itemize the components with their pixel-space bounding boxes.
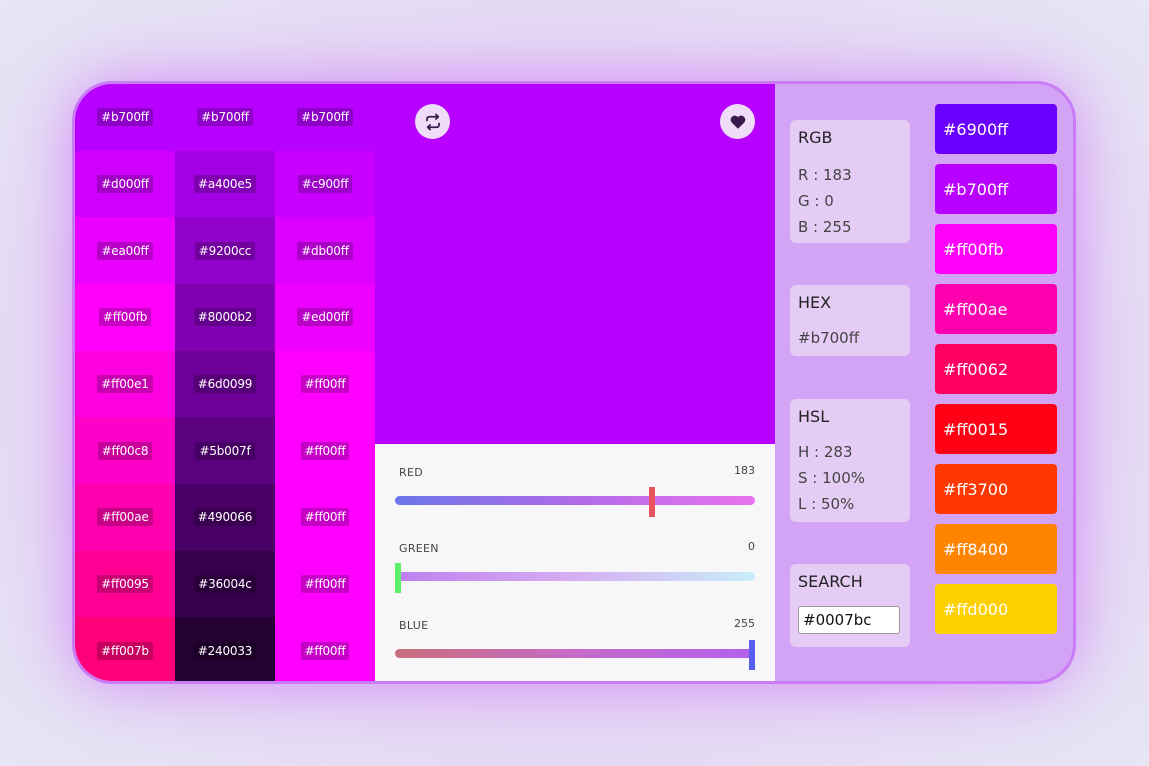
- green-label: GREEN: [399, 542, 439, 555]
- shade-hex-label: #ff00e1: [97, 374, 153, 393]
- blue-value: 255: [734, 617, 755, 630]
- shade-hex-label: #ed00ff: [297, 308, 353, 327]
- hsl-l-value: L : 50%: [798, 495, 855, 513]
- shade-cell[interactable]: #ea00ff: [75, 217, 175, 284]
- rgb-panel: RGB R : 183 G : 0 B : 255: [790, 120, 910, 243]
- shade-cell[interactable]: #db00ff: [275, 217, 375, 284]
- shade-cell[interactable]: #6d0099: [175, 350, 275, 418]
- rgb-g-value: G : 0: [798, 192, 834, 210]
- shade-cell[interactable]: #490066: [175, 483, 275, 551]
- shade-hex-label: #240033: [193, 641, 257, 660]
- search-input[interactable]: [798, 606, 900, 634]
- shade-cell[interactable]: #b700ff: [75, 84, 175, 151]
- shade-cell[interactable]: #ff00ff: [275, 350, 375, 418]
- shade-cell[interactable]: #d000ff: [75, 150, 175, 218]
- shade-hex-label: #d000ff: [97, 174, 153, 193]
- shade-hex-label: #ff00fb: [98, 308, 152, 327]
- hex-title: HEX: [798, 293, 832, 312]
- shade-cell[interactable]: #ff007b: [75, 617, 175, 681]
- shade-cell[interactable]: #ff00ff: [275, 617, 375, 681]
- blue-slider-thumb[interactable]: [749, 640, 755, 670]
- shade-hex-label: #5b007f: [195, 441, 255, 460]
- shade-cell[interactable]: #ff00fb: [75, 283, 175, 351]
- shade-hex-label: #b700ff: [297, 108, 353, 127]
- shade-hex-label: #c900ff: [297, 174, 353, 193]
- green-value: 0: [748, 540, 755, 553]
- shade-cell[interactable]: #ff00ff: [275, 550, 375, 618]
- hex-value: #b700ff: [798, 329, 860, 347]
- red-slider-thumb[interactable]: [649, 487, 655, 517]
- hex-panel: HEX #b700ff: [790, 285, 910, 356]
- shade-cell[interactable]: #ff00ff: [275, 483, 375, 551]
- rgb-r-value: R : 183: [798, 166, 852, 184]
- shade-hex-label: #ff007b: [97, 641, 153, 660]
- shade-cell[interactable]: #ff00e1: [75, 350, 175, 418]
- shade-cell[interactable]: #b700ff: [275, 84, 375, 151]
- hsl-s-value: S : 100%: [798, 469, 865, 487]
- shade-cell[interactable]: #5b007f: [175, 417, 275, 484]
- shade-hex-label: #ff00ae: [97, 508, 153, 527]
- hsl-h-value: H : 283: [798, 443, 853, 461]
- palette-swatch[interactable]: #ff0015: [935, 404, 1057, 454]
- shade-cell[interactable]: #36004c: [175, 550, 275, 618]
- shade-cell[interactable]: #9200cc: [175, 217, 275, 284]
- shade-hex-label: #ff00ff: [300, 441, 350, 460]
- shade-hex-label: #b700ff: [197, 108, 253, 127]
- rgb-sliders: RED 183 GREEN 0 BLUE 255: [375, 444, 775, 681]
- shade-hex-label: #a400e5: [194, 174, 256, 193]
- shade-hex-label: #ff00c8: [97, 441, 153, 460]
- palette-swatch[interactable]: #b700ff: [935, 164, 1057, 214]
- palette-swatch[interactable]: #6900ff: [935, 104, 1057, 154]
- shade-hex-label: #ff00ff: [300, 574, 350, 593]
- heart-icon: [730, 115, 745, 129]
- blue-label: BLUE: [399, 619, 429, 632]
- shade-cell[interactable]: #240033: [175, 617, 275, 681]
- shade-hex-label: #36004c: [194, 574, 256, 593]
- shade-hex-label: #490066: [193, 508, 257, 527]
- shade-hex-label: #6d0099: [193, 374, 257, 393]
- shade-hex-label: #ff00ff: [300, 641, 350, 660]
- shade-grid: #b700ff #b700ff #b700ff #d000ff #a400e5 #c900…: [75, 84, 375, 681]
- swap-button[interactable]: [415, 104, 450, 139]
- rgb-title: RGB: [798, 128, 833, 147]
- green-slider-track[interactable]: [395, 572, 755, 581]
- shade-hex-label: #db00ff: [297, 241, 353, 260]
- shade-hex-label: #ff00ff: [300, 374, 350, 393]
- palette-swatch[interactable]: #ff0062: [935, 344, 1057, 394]
- shade-cell[interactable]: #ff00ae: [75, 483, 175, 551]
- shade-hex-label: #b700ff: [97, 108, 153, 127]
- color-tool-card: #b700ff #b700ff #b700ff #d000ff #a400e5 #c900…: [72, 81, 1076, 684]
- shade-hex-label: #ea00ff: [97, 241, 153, 260]
- red-label: RED: [399, 466, 423, 479]
- rgb-b-value: B : 255: [798, 218, 852, 236]
- shade-hex-label: #ff0095: [97, 574, 153, 593]
- hsl-title: HSL: [798, 407, 830, 426]
- shade-cell[interactable]: #a400e5: [175, 150, 275, 218]
- shade-cell[interactable]: #ed00ff: [275, 283, 375, 351]
- color-preview: [375, 84, 775, 444]
- shade-hex-label: #9200cc: [194, 241, 256, 260]
- search-title: SEARCH: [798, 572, 863, 591]
- shade-cell[interactable]: #ff00c8: [75, 417, 175, 484]
- palette-swatch[interactable]: #ff00ae: [935, 284, 1057, 334]
- shade-hex-label: #8000b2: [193, 308, 257, 327]
- favorite-button[interactable]: [720, 104, 755, 139]
- swap-arrows-icon: [425, 113, 440, 130]
- palette-swatch[interactable]: #ffd000: [935, 584, 1057, 634]
- shade-cell[interactable]: #8000b2: [175, 283, 275, 351]
- blue-slider-track[interactable]: [395, 649, 755, 658]
- shade-cell[interactable]: #b700ff: [175, 84, 275, 151]
- red-value: 183: [734, 464, 755, 477]
- palette-swatch[interactable]: #ff3700: [935, 464, 1057, 514]
- hsl-panel: HSL H : 283 S : 100% L : 50%: [790, 399, 910, 522]
- green-slider-thumb[interactable]: [395, 563, 401, 593]
- red-slider-track[interactable]: [395, 496, 755, 505]
- shade-cell[interactable]: #ff00ff: [275, 417, 375, 484]
- palette-swatch[interactable]: #ff8400: [935, 524, 1057, 574]
- shade-cell[interactable]: #ff0095: [75, 550, 175, 618]
- shade-hex-label: #ff00ff: [300, 508, 350, 527]
- search-panel: SEARCH: [790, 564, 910, 647]
- shade-cell[interactable]: #c900ff: [275, 150, 375, 218]
- palette-swatch[interactable]: #ff00fb: [935, 224, 1057, 274]
